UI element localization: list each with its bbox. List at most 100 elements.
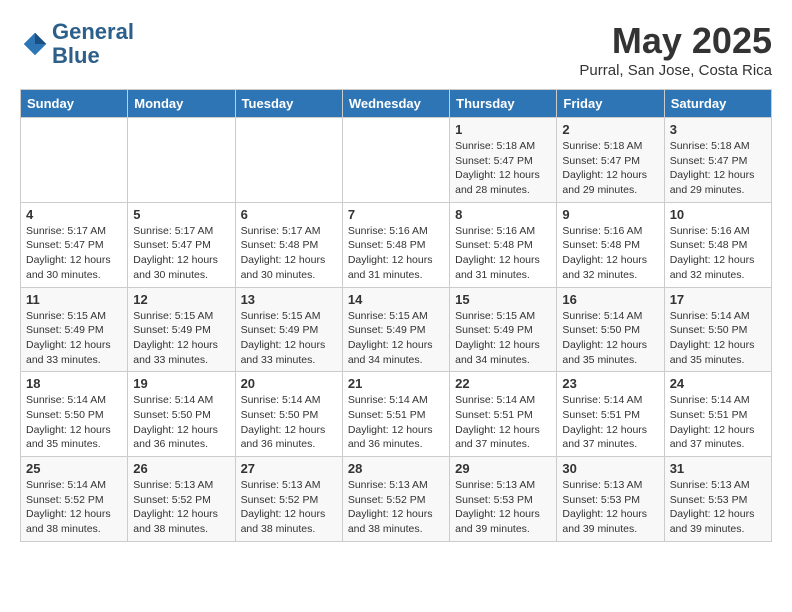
day-info: Sunrise: 5:16 AM Sunset: 5:48 PM Dayligh… (562, 224, 658, 283)
calendar-cell: 6 Sunrise: 5:17 AM Sunset: 5:48 PM Daylig… (235, 202, 342, 287)
day-number: 24 (670, 376, 766, 391)
day-number: 10 (670, 207, 766, 222)
day-info: Sunrise: 5:14 AM Sunset: 5:50 PM Dayligh… (241, 393, 337, 452)
day-number: 7 (348, 207, 444, 222)
day-number: 23 (562, 376, 658, 391)
weekday-header-monday: Monday (128, 90, 235, 118)
day-info: Sunrise: 5:15 AM Sunset: 5:49 PM Dayligh… (133, 309, 229, 368)
day-number: 30 (562, 461, 658, 476)
day-number: 2 (562, 122, 658, 137)
day-info: Sunrise: 5:17 AM Sunset: 5:47 PM Dayligh… (26, 224, 122, 283)
day-info: Sunrise: 5:15 AM Sunset: 5:49 PM Dayligh… (348, 309, 444, 368)
logo-line1: General (52, 19, 134, 44)
weekday-header-thursday: Thursday (450, 90, 557, 118)
day-info: Sunrise: 5:17 AM Sunset: 5:47 PM Dayligh… (133, 224, 229, 283)
day-number: 27 (241, 461, 337, 476)
calendar-cell: 3 Sunrise: 5:18 AM Sunset: 5:47 PM Daylig… (664, 118, 771, 203)
calendar-cell: 4 Sunrise: 5:17 AM Sunset: 5:47 PM Daylig… (21, 202, 128, 287)
calendar-cell: 9 Sunrise: 5:16 AM Sunset: 5:48 PM Daylig… (557, 202, 664, 287)
calendar-cell (128, 118, 235, 203)
day-info: Sunrise: 5:14 AM Sunset: 5:50 PM Dayligh… (133, 393, 229, 452)
day-info: Sunrise: 5:13 AM Sunset: 5:53 PM Dayligh… (562, 478, 658, 537)
day-number: 6 (241, 207, 337, 222)
calendar-cell: 31 Sunrise: 5:13 AM Sunset: 5:53 PM Dayli… (664, 457, 771, 542)
weekday-header-wednesday: Wednesday (342, 90, 449, 118)
calendar-cell: 5 Sunrise: 5:17 AM Sunset: 5:47 PM Daylig… (128, 202, 235, 287)
calendar-cell: 26 Sunrise: 5:13 AM Sunset: 5:52 PM Dayli… (128, 457, 235, 542)
calendar-week-4: 18Sunrise: 5:14 AM Sunset: 5:50 PM Dayli… (21, 372, 772, 457)
calendar-cell: 13Sunrise: 5:15 AM Sunset: 5:49 PM Dayli… (235, 287, 342, 372)
day-info: Sunrise: 5:16 AM Sunset: 5:48 PM Dayligh… (348, 224, 444, 283)
calendar-cell (235, 118, 342, 203)
day-number: 9 (562, 207, 658, 222)
day-info: Sunrise: 5:14 AM Sunset: 5:51 PM Dayligh… (670, 393, 766, 452)
day-number: 14 (348, 292, 444, 307)
day-info: Sunrise: 5:14 AM Sunset: 5:50 PM Dayligh… (670, 309, 766, 368)
day-number: 1 (455, 122, 551, 137)
day-number: 17 (670, 292, 766, 307)
calendar-cell: 20 Sunrise: 5:14 AM Sunset: 5:50 PM Dayli… (235, 372, 342, 457)
day-info: Sunrise: 5:17 AM Sunset: 5:48 PM Dayligh… (241, 224, 337, 283)
calendar-cell: 23 Sunrise: 5:14 AM Sunset: 5:51 PM Dayli… (557, 372, 664, 457)
calendar-cell: 11 Sunrise: 5:15 AM Sunset: 5:49 PM Dayli… (21, 287, 128, 372)
weekday-header-saturday: Saturday (664, 90, 771, 118)
day-number: 31 (670, 461, 766, 476)
day-info: Sunrise: 5:18 AM Sunset: 5:47 PM Dayligh… (670, 139, 766, 198)
title-block: May 2025 Purral, San Jose, Costa Rica (579, 20, 772, 79)
day-number: 13 (241, 292, 337, 307)
weekday-header-friday: Friday (557, 90, 664, 118)
day-info: Sunrise: 5:13 AM Sunset: 5:52 PM Dayligh… (241, 478, 337, 537)
day-number: 11 (26, 292, 122, 307)
day-info: Sunrise: 5:15 AM Sunset: 5:49 PM Dayligh… (455, 309, 551, 368)
calendar-cell: 28Sunrise: 5:13 AM Sunset: 5:52 PM Dayli… (342, 457, 449, 542)
day-info: Sunrise: 5:14 AM Sunset: 5:52 PM Dayligh… (26, 478, 122, 537)
calendar-week-2: 4 Sunrise: 5:17 AM Sunset: 5:47 PM Daylig… (21, 202, 772, 287)
calendar-table: SundayMondayTuesdayWednesdayThursdayFrid… (20, 89, 772, 542)
day-number: 8 (455, 207, 551, 222)
day-number: 12 (133, 292, 229, 307)
day-number: 28 (348, 461, 444, 476)
location: Purral, San Jose, Costa Rica (579, 62, 772, 79)
day-number: 19 (133, 376, 229, 391)
day-info: Sunrise: 5:16 AM Sunset: 5:48 PM Dayligh… (455, 224, 551, 283)
weekday-header-row: SundayMondayTuesdayWednesdayThursdayFrid… (21, 90, 772, 118)
calendar-cell: 29Sunrise: 5:13 AM Sunset: 5:53 PM Dayli… (450, 457, 557, 542)
day-info: Sunrise: 5:13 AM Sunset: 5:53 PM Dayligh… (670, 478, 766, 537)
calendar-cell: 30 Sunrise: 5:13 AM Sunset: 5:53 PM Dayli… (557, 457, 664, 542)
calendar-cell: 17 Sunrise: 5:14 AM Sunset: 5:50 PM Dayli… (664, 287, 771, 372)
day-number: 25 (26, 461, 122, 476)
logo-text: General Blue (52, 20, 134, 68)
calendar-cell (21, 118, 128, 203)
weekday-header-tuesday: Tuesday (235, 90, 342, 118)
calendar-week-1: 1 Sunrise: 5:18 AM Sunset: 5:47 PM Daylig… (21, 118, 772, 203)
logo-icon (20, 29, 50, 59)
calendar-cell: 21Sunrise: 5:14 AM Sunset: 5:51 PM Dayli… (342, 372, 449, 457)
day-info: Sunrise: 5:15 AM Sunset: 5:49 PM Dayligh… (26, 309, 122, 368)
calendar-week-5: 25 Sunrise: 5:14 AM Sunset: 5:52 PM Dayli… (21, 457, 772, 542)
day-info: Sunrise: 5:14 AM Sunset: 5:51 PM Dayligh… (455, 393, 551, 452)
day-number: 4 (26, 207, 122, 222)
day-info: Sunrise: 5:14 AM Sunset: 5:51 PM Dayligh… (562, 393, 658, 452)
calendar-cell: 1Sunrise: 5:18 AM Sunset: 5:47 PM Daylig… (450, 118, 557, 203)
calendar-cell: 7 Sunrise: 5:16 AM Sunset: 5:48 PM Daylig… (342, 202, 449, 287)
calendar-cell: 8 Sunrise: 5:16 AM Sunset: 5:48 PM Daylig… (450, 202, 557, 287)
calendar-cell (342, 118, 449, 203)
calendar-cell: 27 Sunrise: 5:13 AM Sunset: 5:52 PM Dayli… (235, 457, 342, 542)
calendar-cell: 15Sunrise: 5:15 AM Sunset: 5:49 PM Dayli… (450, 287, 557, 372)
calendar-cell: 25 Sunrise: 5:14 AM Sunset: 5:52 PM Dayli… (21, 457, 128, 542)
day-number: 29 (455, 461, 551, 476)
day-number: 16 (562, 292, 658, 307)
calendar-cell: 16Sunrise: 5:14 AM Sunset: 5:50 PM Dayli… (557, 287, 664, 372)
calendar-cell: 10Sunrise: 5:16 AM Sunset: 5:48 PM Dayli… (664, 202, 771, 287)
day-number: 3 (670, 122, 766, 137)
day-number: 5 (133, 207, 229, 222)
day-info: Sunrise: 5:14 AM Sunset: 5:51 PM Dayligh… (348, 393, 444, 452)
day-number: 26 (133, 461, 229, 476)
calendar-cell: 19 Sunrise: 5:14 AM Sunset: 5:50 PM Dayli… (128, 372, 235, 457)
calendar-cell: 2Sunrise: 5:18 AM Sunset: 5:47 PM Daylig… (557, 118, 664, 203)
logo: General Blue (20, 20, 134, 68)
day-info: Sunrise: 5:13 AM Sunset: 5:52 PM Dayligh… (133, 478, 229, 537)
calendar-cell: 22Sunrise: 5:14 AM Sunset: 5:51 PM Dayli… (450, 372, 557, 457)
calendar-week-3: 11 Sunrise: 5:15 AM Sunset: 5:49 PM Dayli… (21, 287, 772, 372)
day-number: 20 (241, 376, 337, 391)
